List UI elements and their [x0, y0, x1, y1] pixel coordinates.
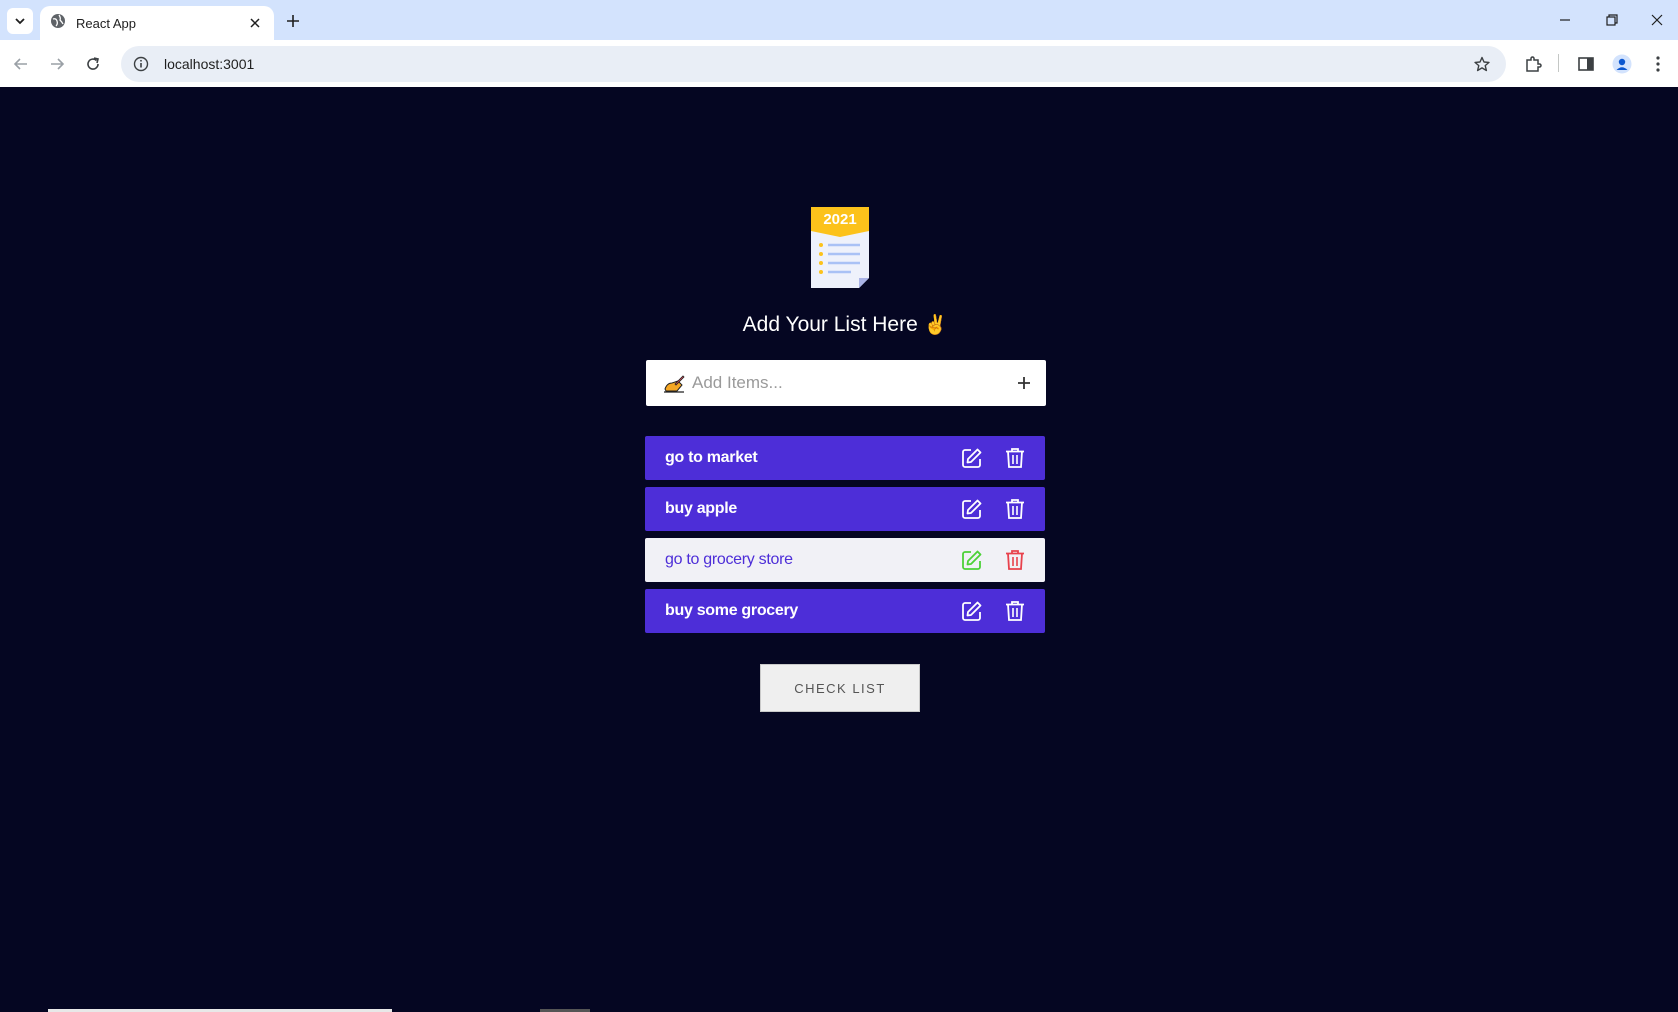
- tab-title: React App: [76, 15, 136, 31]
- check-list-button[interactable]: CHECK LIST: [760, 664, 920, 712]
- list-item-text: buy some grocery: [665, 602, 799, 619]
- minimize-button[interactable]: [1545, 8, 1585, 32]
- minimize-icon: [1560, 19, 1570, 21]
- arrow-right-icon: [51, 58, 65, 70]
- arrow-left-icon: [13, 58, 27, 70]
- back-button[interactable]: [8, 51, 34, 77]
- todo-list-logo: 2021: [811, 207, 869, 288]
- logo-year: 2021: [823, 211, 856, 228]
- heading-text: Add Your List Here: [742, 313, 918, 336]
- restore-button[interactable]: [1592, 8, 1632, 32]
- side-panel-button[interactable]: [1573, 51, 1599, 77]
- edit-icon[interactable]: [959, 598, 985, 624]
- add-item-input[interactable]: [692, 373, 1012, 393]
- edit-icon[interactable]: [959, 547, 985, 573]
- new-tab-button[interactable]: [282, 10, 304, 32]
- add-item-button[interactable]: [1012, 371, 1036, 395]
- close-icon[interactable]: [246, 14, 264, 32]
- list-item-text: go to market: [665, 449, 758, 466]
- browser-tab[interactable]: React App: [40, 6, 274, 40]
- browser-toolbar: localhost:3001: [0, 40, 1678, 87]
- kebab-menu-icon: [1656, 56, 1660, 72]
- url-text: localhost:3001: [164, 56, 255, 72]
- close-icon: [1651, 14, 1663, 26]
- reload-button[interactable]: [80, 51, 106, 77]
- forward-button[interactable]: [44, 51, 70, 77]
- globe-icon: [50, 13, 66, 34]
- chevron-down-icon: [15, 18, 25, 25]
- avatar-icon: [1612, 54, 1632, 74]
- plus-icon: [287, 15, 299, 27]
- todo-app: 2021 Add Your List Here ✌ go to market: [0, 87, 1678, 1012]
- trash-icon[interactable]: [1002, 598, 1028, 624]
- list-item-text: buy apple: [665, 500, 737, 517]
- victory-hand-icon: ✌: [923, 315, 948, 336]
- menu-button[interactable]: [1645, 51, 1671, 77]
- page-heading: Add Your List Here ✌: [645, 313, 1045, 337]
- profile-button[interactable]: [1609, 51, 1635, 77]
- reload-icon: [87, 57, 99, 70]
- trash-icon[interactable]: [1002, 445, 1028, 471]
- address-bar[interactable]: localhost:3001: [121, 46, 1506, 82]
- plus-icon: [1018, 377, 1030, 389]
- tab-search-button[interactable]: [7, 8, 33, 34]
- list-item: buy some grocery: [645, 589, 1045, 633]
- browser-tab-strip: React App: [0, 0, 1678, 40]
- list-item-text: go to grocery store: [665, 551, 793, 568]
- side-panel-icon: [1578, 57, 1594, 71]
- list-item: go to market: [645, 436, 1045, 480]
- list-item-hovered: go to grocery store: [645, 538, 1045, 582]
- close-window-button[interactable]: [1637, 8, 1677, 32]
- edit-icon[interactable]: [959, 496, 985, 522]
- toolbar-divider: [1558, 54, 1559, 72]
- writing-hand-icon: [662, 371, 686, 395]
- bookmark-star-icon[interactable]: [1471, 53, 1493, 75]
- list-item: buy apple: [645, 487, 1045, 531]
- puzzle-icon: [1526, 56, 1542, 72]
- trash-icon[interactable]: [1002, 496, 1028, 522]
- extensions-button[interactable]: [1520, 51, 1546, 77]
- edit-icon[interactable]: [959, 445, 985, 471]
- site-info-icon[interactable]: [130, 53, 152, 75]
- trash-icon[interactable]: [1002, 547, 1028, 573]
- add-item-bar: [646, 360, 1046, 406]
- restore-icon: [1606, 14, 1618, 26]
